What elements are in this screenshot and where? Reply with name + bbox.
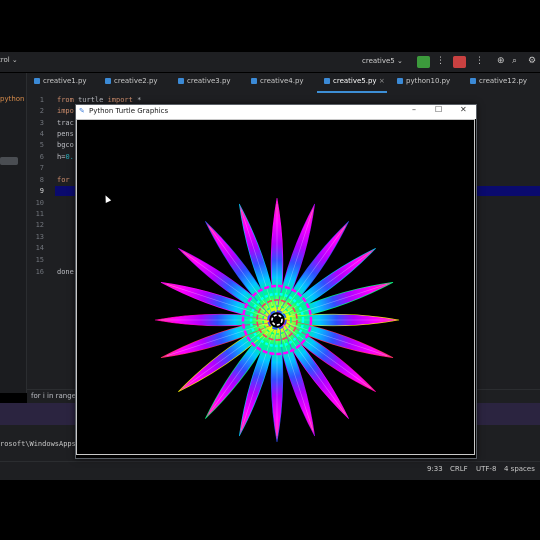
window-title: Python Turtle Graphics <box>89 107 169 115</box>
tab-label: creative3.py <box>187 77 231 85</box>
python-file-icon <box>397 78 403 84</box>
line-number: 4 <box>39 130 44 138</box>
tab-label: creative5.py <box>333 77 377 85</box>
status-cursor-position[interactable]: 9:33 <box>427 465 443 473</box>
code-line-2: impo <box>57 107 74 115</box>
line-number: 8 <box>39 176 44 184</box>
code-line-16: done <box>57 268 74 276</box>
close-icon[interactable]: ✕ <box>460 105 467 114</box>
run-configuration-selector[interactable]: creative5 ⌄ <box>362 57 403 65</box>
debug-icon[interactable]: ⋮ <box>436 56 445 66</box>
run-button[interactable] <box>417 56 430 68</box>
line-number: 3 <box>39 119 44 127</box>
feather-icon: ✎ <box>79 107 85 115</box>
sidebar-item-python[interactable]: python <box>0 95 25 103</box>
project-sidebar <box>0 73 27 393</box>
tab-creative1[interactable]: creative1.py <box>34 77 87 85</box>
sidebar-selected-item[interactable] <box>0 157 18 165</box>
code-line-8: for <box>57 176 70 184</box>
center-ring <box>267 310 287 330</box>
line-number: 13 <box>35 233 44 241</box>
code-line-5: bgco <box>57 141 74 149</box>
line-number: 1 <box>39 96 44 104</box>
status-indent[interactable]: 4 spaces <box>504 465 535 473</box>
tab-creative5[interactable]: creative5.py × <box>324 77 385 85</box>
line-number: 16 <box>35 268 44 276</box>
tab-close-icon[interactable]: × <box>379 77 385 85</box>
tab-label: creative4.py <box>260 77 304 85</box>
minimize-icon[interactable]: – <box>412 105 416 114</box>
python-file-icon <box>105 78 111 84</box>
line-number: 14 <box>35 244 44 252</box>
tab-label: creative12.py <box>479 77 528 85</box>
tab-label: python10.py <box>406 77 451 85</box>
line-number: 11 <box>35 210 44 218</box>
tab-creative2[interactable]: creative2.py <box>105 77 158 85</box>
python-file-icon <box>34 78 40 84</box>
spirograph-star <box>154 197 400 443</box>
line-number: 12 <box>35 221 44 229</box>
python-file-icon <box>178 78 184 84</box>
tab-label: creative2.py <box>114 77 158 85</box>
maximize-icon[interactable]: ☐ <box>435 105 442 114</box>
settings-icon[interactable]: ⚙ <box>528 56 536 66</box>
center-ring <box>271 314 283 326</box>
add-user-icon[interactable]: ⊕ <box>497 56 505 66</box>
stop-button[interactable] <box>453 56 466 68</box>
python-file-icon <box>251 78 257 84</box>
status-line-ending[interactable]: CRLF <box>450 465 468 473</box>
more-icon[interactable]: ⋮ <box>475 56 484 66</box>
tab-creative12[interactable]: creative12.py <box>470 77 527 85</box>
line-number: 9 <box>39 187 44 195</box>
code-line-3: trac <box>57 119 74 127</box>
vcs-branch-widget[interactable]: trol ⌄ <box>0 56 18 64</box>
terminal-output: rosoft\WindowsApps <box>0 440 76 448</box>
python-file-icon <box>324 78 330 84</box>
line-number: 5 <box>39 141 44 149</box>
line-number: 15 <box>35 256 44 264</box>
turtle-canvas <box>76 119 475 455</box>
python-file-icon <box>470 78 476 84</box>
line-number: 10 <box>35 199 44 207</box>
status-encoding[interactable]: UTF-8 <box>476 465 496 473</box>
tab-creative3[interactable]: creative3.py <box>178 77 231 85</box>
line-number: 7 <box>39 164 44 172</box>
code-line-1: from turtle import * <box>57 96 142 104</box>
search-icon[interactable]: ⌕ <box>512 56 517 66</box>
breadcrumb[interactable]: for i in range <box>31 392 76 400</box>
tab-python10[interactable]: python10.py <box>397 77 450 85</box>
line-number: 2 <box>39 107 44 115</box>
line-number: 6 <box>39 153 44 161</box>
code-line-4: pens <box>57 130 74 138</box>
code-line-6: h=0. <box>57 153 74 161</box>
tab-creative4[interactable]: creative4.py <box>251 77 304 85</box>
tab-label: creative1.py <box>43 77 87 85</box>
